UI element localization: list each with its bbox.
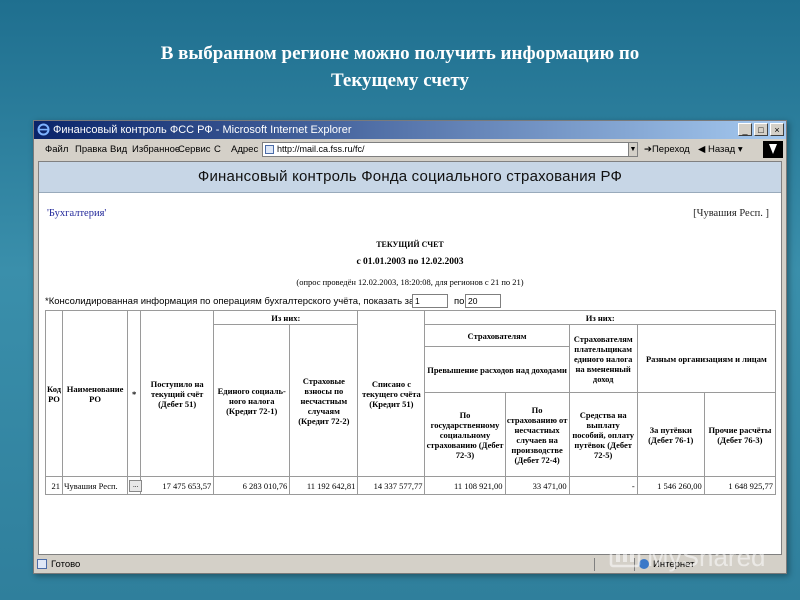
report-period: с 01.01.2003 по 12.02.2003 bbox=[356, 257, 464, 267]
header-vouchers: За путёвки (Дебет 76-1) bbox=[636, 392, 705, 477]
page-banner: Финансовый контроль Фонда социального ст… bbox=[39, 162, 781, 193]
header-code: Код РО bbox=[44, 310, 64, 477]
header-other: Прочие расчёты (Дебет 76-3) bbox=[703, 392, 777, 477]
cell-code: 21 bbox=[44, 476, 64, 495]
header-state-insurance: По государственному социальному страхова… bbox=[424, 392, 506, 477]
go-label: Переход bbox=[651, 144, 690, 155]
page-content: Финансовый контроль Фонда социального ст… bbox=[38, 161, 782, 555]
records-to-input[interactable]: 20 bbox=[465, 294, 501, 308]
filter-label: *Консолидированная информация по операци… bbox=[45, 296, 443, 307]
go-button[interactable]: ➔Переход bbox=[644, 144, 690, 155]
window-titlebar[interactable]: Финансовый контроль ФСС РФ - Microsoft I… bbox=[34, 121, 786, 139]
records-from-input[interactable]: 1 bbox=[412, 294, 448, 308]
menu-view[interactable]: Вид bbox=[110, 144, 127, 155]
header-received: Поступило на текущий счёт (Дебет 51) bbox=[140, 310, 215, 477]
browser-toolbar: Файл Правка Вид Избранное Сервис С Адрес… bbox=[34, 140, 786, 160]
header-insurers: Страхователям bbox=[424, 324, 570, 347]
header-star: * bbox=[127, 310, 142, 477]
menu-help[interactable]: С bbox=[214, 144, 221, 155]
slide-title-line1: В выбранном регионе можно получить инфор… bbox=[160, 43, 640, 64]
header-accident-insurance: По страхованию от несчастных случаев на … bbox=[504, 392, 570, 477]
windows-throbber-icon bbox=[763, 141, 783, 158]
header-name: Наименование РО bbox=[62, 310, 129, 477]
header-excess: Превышение расходов над доходами bbox=[424, 346, 570, 393]
slide-title: В выбранном регионе можно получить инфор… bbox=[0, 40, 800, 94]
watermark: MyShared bbox=[607, 538, 767, 578]
header-imputed-payers: Страхователям плательщикам единого налог… bbox=[568, 324, 638, 393]
status-text: Готово bbox=[51, 559, 81, 570]
current-account-table: Код РО Наименование РО * Поступило на те… bbox=[44, 310, 777, 495]
menu-edit[interactable]: Правка bbox=[75, 144, 107, 155]
back-button[interactable]: ◀ Назад ▾ bbox=[698, 144, 743, 155]
cell-accident-insurance: 33 471,00 bbox=[504, 476, 570, 495]
menu-tools[interactable]: Сервис bbox=[178, 144, 211, 155]
page-done-icon bbox=[37, 559, 47, 569]
accounting-link[interactable]: 'Бухгалтерия' bbox=[47, 208, 106, 219]
address-bar[interactable]: http://mail.ca.fss.ru/fc/ bbox=[262, 142, 638, 157]
slide-title-line2: Текущему счету bbox=[330, 70, 469, 91]
filter-to-label: по bbox=[454, 296, 465, 307]
cell-state-insurance: 11 108 921,00 bbox=[424, 476, 506, 495]
cell-other: 1 648 925,77 bbox=[703, 476, 777, 495]
minimize-button[interactable]: _ bbox=[738, 123, 752, 136]
cell-social-tax: 6 283 010,76 bbox=[213, 476, 291, 495]
cell-name: Чувашия Респ. bbox=[62, 476, 129, 495]
menu-favorites[interactable]: Избранное bbox=[132, 144, 180, 155]
address-dropdown-icon[interactable]: ▼ bbox=[628, 142, 638, 157]
details-button[interactable]: ... bbox=[129, 479, 143, 492]
header-various: Разным организациям и лицам bbox=[636, 324, 777, 393]
close-button[interactable]: × bbox=[770, 123, 784, 136]
cell-received: 17 475 653,57 bbox=[140, 476, 215, 495]
region-link[interactable]: [Чувашия Респ. ] bbox=[693, 208, 769, 219]
address-label: Адрес bbox=[231, 144, 259, 155]
cell-details: ... bbox=[127, 476, 143, 495]
report-title: ТЕКУЩИЙ СЧЕТ bbox=[376, 240, 444, 249]
browser-window: Финансовый контроль ФСС РФ - Microsoft I… bbox=[33, 120, 787, 574]
page-icon bbox=[265, 145, 274, 154]
header-benefit-funds: Средства на выплату пособий, оплату путё… bbox=[568, 392, 638, 477]
maximize-button[interactable]: □ bbox=[754, 123, 768, 136]
table-row: 21 Чувашия Респ. ... 17 475 653,57 6 283… bbox=[44, 476, 777, 495]
header-of-them-2: Из них: bbox=[424, 310, 776, 325]
header-social-tax: Единого социаль-ного налога (Кредит 72-1… bbox=[213, 324, 291, 477]
header-insurance-contrib: Страховые взносы по несчастным случаям (… bbox=[289, 324, 359, 477]
myshared-logo-icon bbox=[609, 542, 641, 568]
cell-benefit-funds: - bbox=[568, 476, 638, 495]
watermark-text: MyShared bbox=[647, 542, 766, 572]
internet-explorer-icon bbox=[37, 123, 50, 136]
header-written-off: Списано с текущего счёта (Кредит 51) bbox=[357, 310, 426, 477]
cell-insurance-contrib: 11 192 642,81 bbox=[289, 476, 359, 495]
cell-vouchers: 1 546 260,00 bbox=[636, 476, 705, 495]
header-of-them-1: Из них: bbox=[213, 310, 359, 325]
back-label: Назад bbox=[707, 144, 736, 155]
cell-written-off: 14 337 577,77 bbox=[357, 476, 426, 495]
menu-file[interactable]: Файл bbox=[45, 144, 68, 155]
status-separator bbox=[594, 558, 595, 571]
survey-note: (опрос проведён 12.02.2003, 18:20:08, дл… bbox=[296, 277, 524, 287]
address-url: http://mail.ca.fss.ru/fc/ bbox=[277, 144, 365, 154]
window-title: Финансовый контроль ФСС РФ - Microsoft I… bbox=[53, 124, 352, 136]
